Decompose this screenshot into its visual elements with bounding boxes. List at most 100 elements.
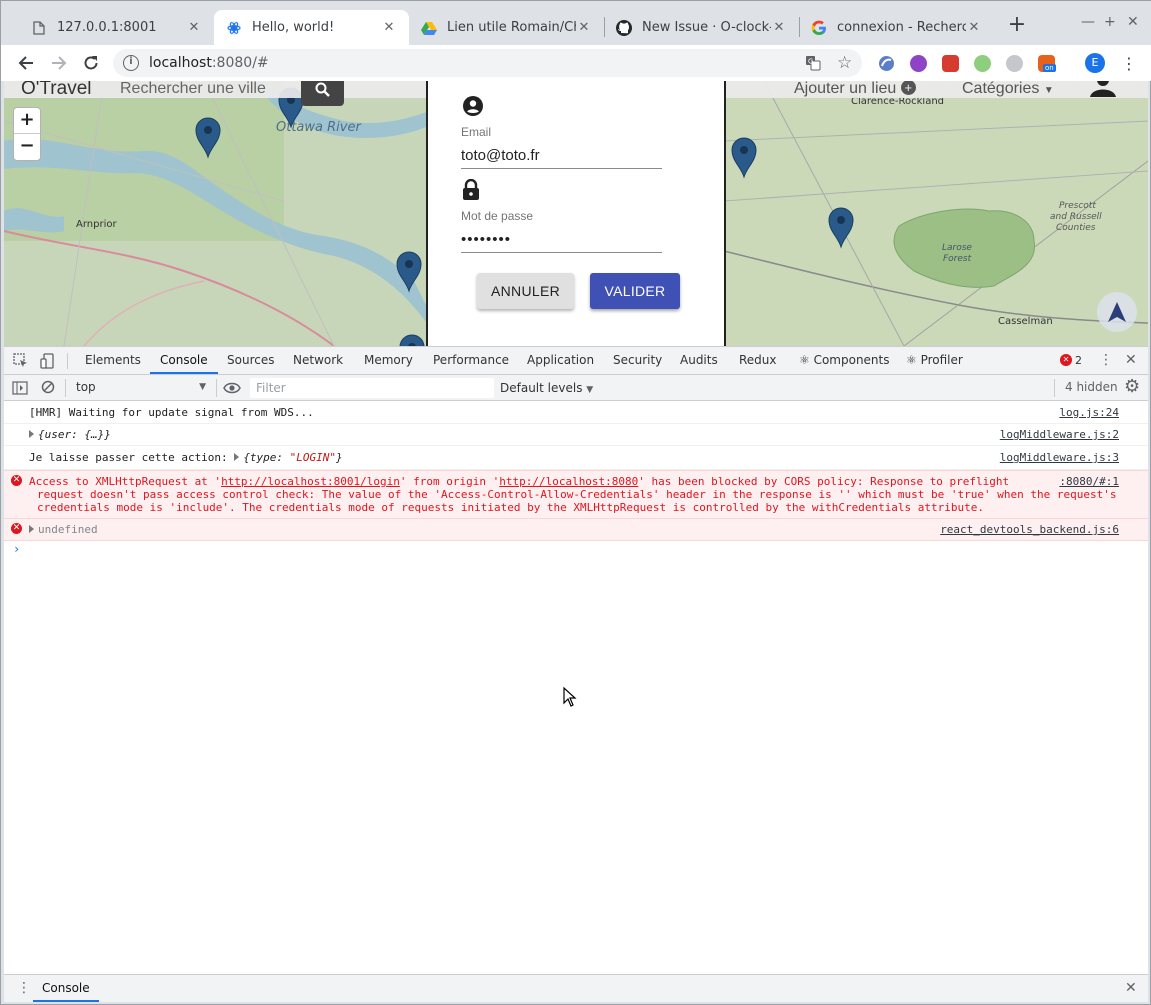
close-devtools-icon[interactable]: ✕: [1125, 352, 1137, 368]
app-brand[interactable]: O'Travel: [21, 81, 92, 100]
tab-network[interactable]: Network: [293, 347, 343, 374]
tab-console[interactable]: Console: [150, 347, 218, 374]
close-icon[interactable]: ✕: [186, 20, 202, 35]
console-source-link[interactable]: logMiddleware.js:2: [1000, 428, 1119, 441]
close-icon[interactable]: ✕: [381, 20, 397, 35]
error-icon: ✕: [11, 475, 22, 486]
tab-hello-world[interactable]: Hello, world! ✕: [214, 10, 409, 45]
close-icon[interactable]: ✕: [576, 20, 592, 35]
profile-avatar[interactable]: E: [1085, 53, 1105, 73]
locate-button[interactable]: [1097, 292, 1137, 332]
extension-icon[interactable]: [1006, 55, 1023, 72]
console-object-suffix[interactable]: }: [336, 451, 343, 464]
drawer-menu-icon[interactable]: ⋮: [17, 980, 31, 996]
cancel-button[interactable]: ANNULER: [477, 273, 574, 309]
search-button[interactable]: [301, 81, 344, 106]
map-label: Counties: [1056, 223, 1096, 233]
close-drawer-icon[interactable]: ✕: [1125, 980, 1137, 996]
tab-memory[interactable]: Memory: [364, 347, 413, 374]
city-search-input[interactable]: Rechercher une ville: [120, 81, 266, 98]
inspect-element-icon[interactable]: [13, 353, 29, 369]
star-icon[interactable]: ☆: [837, 53, 852, 73]
translate-icon[interactable]: G: [805, 55, 821, 75]
log-levels-dropdown[interactable]: Default levels ▼: [500, 379, 593, 399]
submit-button[interactable]: VALIDER: [590, 273, 680, 309]
error-count[interactable]: 2: [1075, 354, 1082, 367]
email-field[interactable]: toto@toto.fr: [461, 147, 662, 169]
expand-triangle-icon[interactable]: [234, 453, 240, 461]
lock-icon: [463, 179, 479, 200]
reload-button[interactable]: [79, 51, 103, 75]
new-tab-button[interactable]: +: [1005, 14, 1029, 38]
console-value[interactable]: undefined: [38, 523, 98, 536]
tab-sources[interactable]: Sources: [227, 347, 274, 374]
tab-new-issue[interactable]: New Issue · O-clock-Asc ✕: [604, 10, 799, 45]
zoom-in-button[interactable]: +: [14, 108, 40, 134]
error-icon: ✕: [11, 523, 22, 534]
extension-icon[interactable]: [910, 55, 927, 72]
console-message[interactable]: Je laisse passer cette action: {type: "L…: [4, 446, 1148, 470]
context-selector[interactable]: top ▼: [70, 377, 210, 398]
add-place-link[interactable]: Ajouter un lieu +: [794, 81, 916, 98]
tab-audits[interactable]: Audits: [680, 347, 718, 374]
tab-profiler[interactable]: ⚛ Profiler: [906, 347, 963, 374]
tab-redux[interactable]: Redux: [739, 347, 777, 374]
drawer-tab-console[interactable]: Console: [33, 975, 99, 1002]
kebab-menu-icon[interactable]: ⋮: [1099, 352, 1113, 368]
tab-components[interactable]: ⚛ Components: [799, 347, 890, 374]
error-url-link[interactable]: http://localhost:8001/login: [221, 475, 400, 488]
close-icon[interactable]: ✕: [771, 20, 787, 35]
extension-icon[interactable]: [942, 55, 959, 72]
eye-icon[interactable]: [223, 381, 241, 395]
console-prompt[interactable]: ›: [4, 541, 1148, 561]
password-field[interactable]: ••••••••: [461, 231, 662, 253]
console-error[interactable]: ✕ undefined react_devtools_backend.js:6: [4, 519, 1148, 541]
console-object-value[interactable]: "LOGIN": [290, 451, 336, 464]
menu-icon[interactable]: ⋮: [1121, 54, 1137, 73]
forward-button[interactable]: [47, 51, 71, 75]
tab-lien-utile[interactable]: Lien utile Romain/Charl ✕: [409, 10, 604, 45]
sidebar-toggle-icon[interactable]: [12, 380, 28, 396]
console-filter-input[interactable]: Filter: [250, 378, 494, 398]
console-object-prefix[interactable]: {type:: [243, 451, 289, 464]
expand-triangle-icon[interactable]: [29, 430, 34, 438]
console-message[interactable]: [HMR] Waiting for update signal from WDS…: [4, 402, 1148, 424]
tab-elements[interactable]: Elements: [85, 347, 141, 374]
console-source-link[interactable]: :8080/#:1: [1059, 475, 1119, 488]
error-origin-link[interactable]: http://localhost:8080: [499, 475, 638, 488]
tab-security[interactable]: Security: [613, 347, 662, 374]
tab-application[interactable]: Application: [527, 347, 594, 374]
console-source-link[interactable]: log.js:24: [1059, 406, 1119, 419]
console-message[interactable]: {user: {…}} logMiddleware.js:2: [4, 424, 1148, 446]
minimize-icon[interactable]: —: [1081, 14, 1095, 30]
clear-console-icon[interactable]: [41, 380, 55, 394]
context-label: top: [76, 380, 96, 394]
console-error[interactable]: ✕ Access to XMLHttpRequest at 'http://lo…: [4, 470, 1148, 519]
categories-dropdown[interactable]: Catégories ▼: [962, 81, 1054, 98]
close-icon[interactable]: ✕: [966, 20, 982, 35]
map-label: and Russell: [1050, 212, 1102, 222]
web-page: Ottawa River Arnprior Clarence-Rockland …: [4, 81, 1148, 346]
user-icon[interactable]: [1087, 81, 1119, 101]
zoom-out-button[interactable]: −: [14, 134, 40, 160]
back-button[interactable]: [14, 51, 38, 75]
console-object[interactable]: {user: {…}}: [38, 428, 111, 441]
window-close-icon[interactable]: ✕: [1127, 14, 1139, 30]
expand-triangle-icon[interactable]: [29, 525, 34, 533]
extension-icon[interactable]: on: [1038, 55, 1056, 72]
extension-icon[interactable]: [878, 55, 895, 72]
info-icon[interactable]: i: [123, 55, 139, 71]
device-toolbar-icon[interactable]: [40, 353, 56, 369]
toolbar-divider: [67, 353, 68, 369]
tab-connexion-recherche[interactable]: connexion - Recherche ✕: [799, 10, 994, 45]
console-source-link[interactable]: react_devtools_backend.js:6: [940, 523, 1119, 536]
tab-performance[interactable]: Performance: [433, 347, 509, 374]
gear-icon[interactable]: ⚙: [1124, 376, 1140, 397]
error-icon[interactable]: ✕: [1060, 354, 1072, 366]
tab-title: Lien utile Romain/Charl: [447, 20, 576, 35]
address-bar[interactable]: i localhost:8080/# G ☆: [113, 49, 862, 77]
console-source-link[interactable]: logMiddleware.js:3: [1000, 451, 1119, 464]
tab-localhost-8001[interactable]: 127.0.0.1:8001 ✕: [19, 10, 214, 45]
extension-icon[interactable]: [974, 55, 991, 72]
maximize-icon[interactable]: +: [1104, 14, 1116, 30]
